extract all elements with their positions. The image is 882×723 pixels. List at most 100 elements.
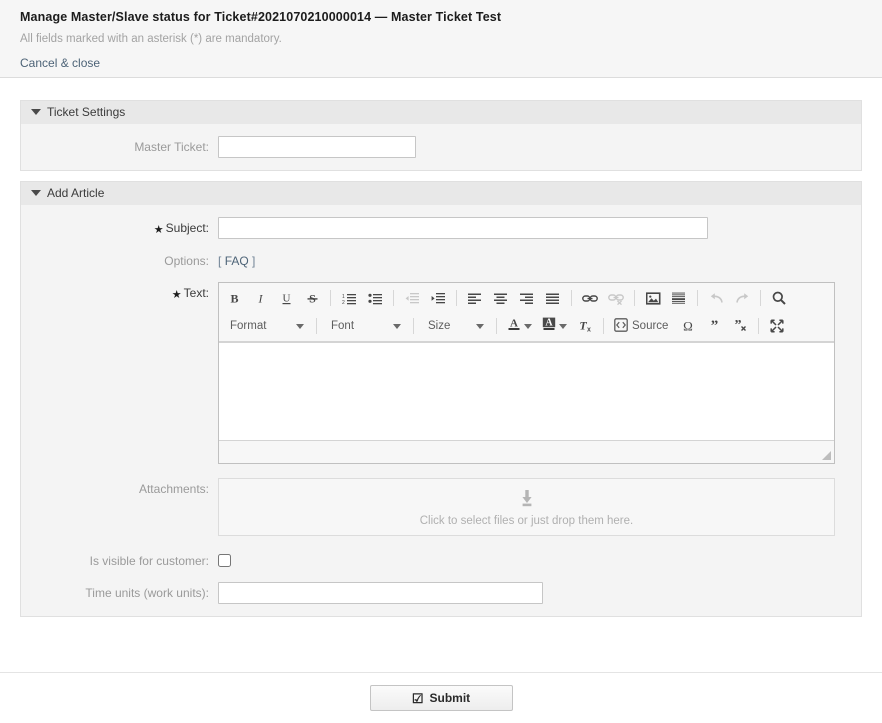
chevron-down-icon bbox=[393, 323, 401, 329]
page-break-icon[interactable] bbox=[667, 287, 691, 309]
align-right-icon[interactable] bbox=[515, 287, 539, 309]
add-article-header[interactable]: Add Article bbox=[20, 181, 862, 205]
italic-icon[interactable]: I bbox=[248, 287, 272, 309]
form-content: Ticket Settings Master Ticket: Add Artic… bbox=[0, 78, 882, 617]
visible-for-customer-label: Is visible for customer: bbox=[89, 554, 209, 568]
visible-for-customer-row: Is visible for customer: bbox=[21, 550, 861, 572]
editor-toolbar-row-1: B I U S bbox=[221, 284, 832, 312]
toolbar-separator bbox=[603, 318, 604, 334]
background-color-icon: A bbox=[542, 317, 556, 336]
ticket-settings-title: Ticket Settings bbox=[47, 105, 126, 119]
align-left-icon[interactable] bbox=[463, 287, 487, 309]
strikethrough-icon[interactable]: S bbox=[300, 287, 324, 309]
chevron-down-icon bbox=[296, 323, 304, 329]
add-article-widget: Add Article ★Subject: Options: [ FAQ ] bbox=[20, 181, 862, 617]
svg-text:”: ” bbox=[735, 319, 742, 333]
toolbar-separator bbox=[330, 290, 331, 306]
master-ticket-label: Master Ticket: bbox=[134, 140, 209, 154]
attachment-dropzone[interactable]: Click to select files or just drop them … bbox=[218, 478, 835, 536]
time-units-input[interactable] bbox=[218, 582, 543, 604]
text-control: B I U S bbox=[218, 282, 861, 464]
master-ticket-row: Master Ticket: bbox=[21, 136, 861, 158]
toolbar-separator bbox=[634, 290, 635, 306]
cancel-and-close-link[interactable]: Cancel & close bbox=[20, 56, 100, 70]
chevron-down-icon bbox=[31, 189, 41, 196]
svg-text:I: I bbox=[257, 292, 263, 305]
master-ticket-control bbox=[218, 136, 861, 158]
unlink-icon[interactable] bbox=[604, 287, 628, 309]
editor-toolbar: B I U S bbox=[219, 283, 834, 342]
find-icon[interactable] bbox=[767, 287, 791, 309]
svg-text:Ω: Ω bbox=[684, 319, 694, 333]
svg-text:A: A bbox=[545, 317, 553, 328]
time-units-label: Time units (work units): bbox=[85, 586, 209, 600]
subject-control bbox=[218, 217, 861, 239]
remove-format-icon[interactable]: Tx bbox=[573, 315, 597, 337]
ticket-settings-widget: Ticket Settings Master Ticket: bbox=[20, 100, 862, 171]
chevron-down-icon bbox=[559, 323, 567, 329]
size-dropdown[interactable]: Size bbox=[420, 315, 490, 337]
align-center-icon[interactable] bbox=[489, 287, 513, 309]
undo-icon[interactable] bbox=[704, 287, 728, 309]
chevron-down-icon bbox=[31, 108, 41, 115]
submit-button[interactable]: ☑ Submit bbox=[369, 685, 513, 711]
remove-quote-icon[interactable]: ” bbox=[728, 315, 752, 337]
svg-text:x: x bbox=[587, 327, 591, 334]
text-color-button[interactable]: A bbox=[503, 315, 536, 337]
svg-text:2: 2 bbox=[342, 300, 345, 305]
underline-icon[interactable]: U bbox=[274, 287, 298, 309]
ticket-settings-header[interactable]: Ticket Settings bbox=[20, 100, 862, 124]
source-button[interactable]: Source bbox=[610, 315, 674, 337]
special-character-icon[interactable]: Ω bbox=[676, 315, 700, 337]
required-asterisk-icon: ★ bbox=[153, 224, 164, 236]
subject-input[interactable] bbox=[218, 217, 708, 239]
add-article-body: ★ Subject: Options: [ FAQ ] ★ Text: B I … bbox=[20, 205, 862, 617]
options-label: Options: bbox=[164, 254, 209, 268]
editor-footer bbox=[219, 440, 834, 463]
subject-label-text: Subject: bbox=[165, 221, 209, 235]
toolbar-separator bbox=[758, 318, 760, 334]
link-icon[interactable] bbox=[578, 287, 602, 309]
toolbar-separator bbox=[393, 290, 394, 306]
bold-icon[interactable]: B bbox=[222, 287, 246, 309]
visible-for-customer-checkbox[interactable] bbox=[218, 554, 231, 567]
toolbar-separator bbox=[413, 318, 414, 334]
justify-icon[interactable] bbox=[541, 287, 565, 309]
image-icon[interactable] bbox=[641, 287, 665, 309]
submit-button-label: Submit bbox=[429, 691, 471, 705]
form-footer: ☑ Submit bbox=[0, 672, 882, 723]
checkbox-checked-icon: ☑ bbox=[411, 690, 424, 706]
format-dropdown[interactable]: Format bbox=[222, 315, 310, 337]
chevron-down-icon bbox=[476, 323, 484, 329]
bulleted-list-icon[interactable] bbox=[363, 287, 387, 309]
toolbar-separator bbox=[496, 318, 497, 334]
faq-link[interactable]: FAQ bbox=[225, 254, 249, 268]
increase-indent-icon[interactable] bbox=[426, 287, 450, 309]
svg-text:A: A bbox=[510, 317, 518, 329]
source-button-label: Source bbox=[632, 320, 669, 332]
redo-icon[interactable] bbox=[730, 287, 754, 309]
attachments-control: Click to select files or just drop them … bbox=[218, 478, 861, 536]
chevron-down-icon bbox=[524, 323, 532, 329]
rich-text-editor: B I U S bbox=[218, 282, 835, 464]
page-header: Manage Master/Slave status for Ticket#20… bbox=[0, 0, 882, 78]
size-dropdown-label: Size bbox=[428, 320, 451, 332]
background-color-button[interactable]: A bbox=[538, 315, 571, 337]
blockquote-icon[interactable]: ” bbox=[702, 315, 726, 337]
svg-text:”: ” bbox=[711, 319, 719, 333]
toolbar-separator bbox=[697, 290, 698, 306]
ticket-settings-body: Master Ticket: bbox=[20, 124, 862, 171]
text-row: ★ Text: B I U 1 2 Format Font Size A A T… bbox=[21, 282, 861, 464]
toolbar-separator bbox=[571, 290, 572, 306]
text-label: ★ Text: bbox=[21, 282, 218, 305]
svg-text:U: U bbox=[282, 292, 290, 304]
numbered-list-icon[interactable]: 12 bbox=[337, 287, 361, 309]
decrease-indent-icon[interactable] bbox=[400, 287, 424, 309]
editor-content-area[interactable] bbox=[219, 342, 834, 440]
font-dropdown[interactable]: Font bbox=[323, 315, 407, 337]
text-color-icon: A bbox=[507, 317, 521, 336]
toolbar-separator bbox=[456, 290, 457, 306]
editor-resize-handle[interactable] bbox=[822, 451, 831, 460]
master-ticket-input[interactable] bbox=[218, 136, 416, 158]
maximize-icon[interactable] bbox=[765, 315, 789, 337]
